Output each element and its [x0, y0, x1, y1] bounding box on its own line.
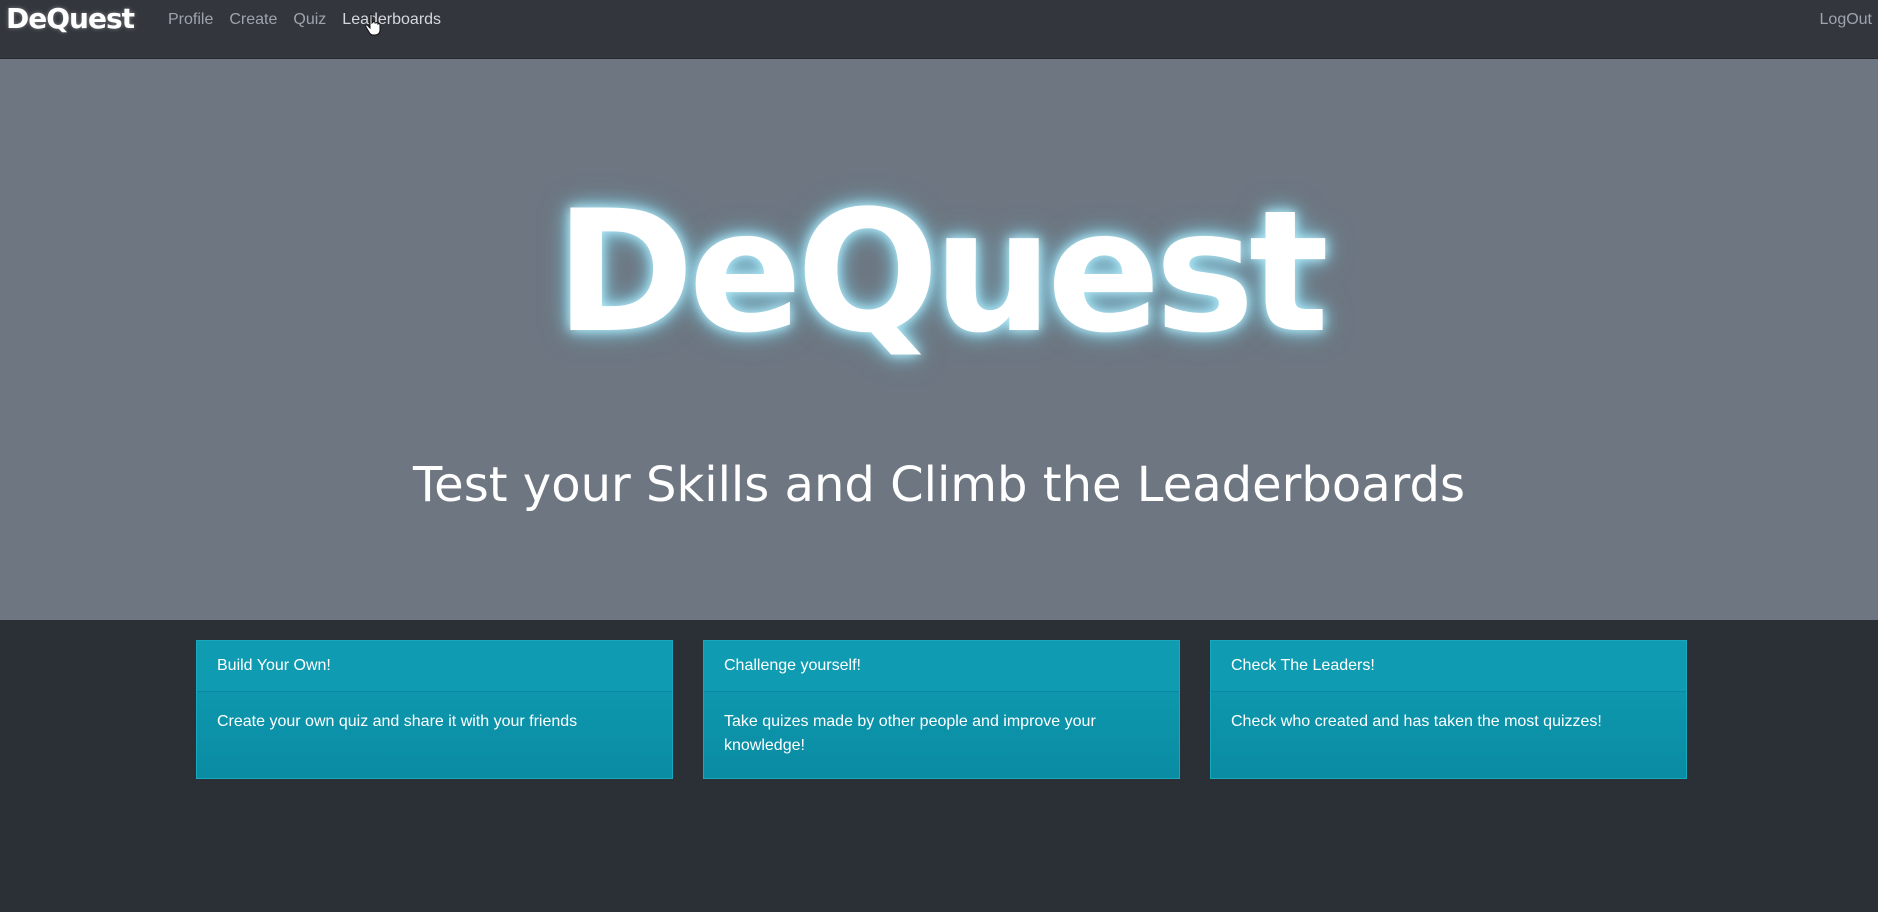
nav-link-quiz[interactable]: Quiz	[293, 11, 326, 29]
card-build-your-own[interactable]: Build Your Own! Create your own quiz and…	[196, 640, 673, 779]
hero-logo: DeQuest	[554, 174, 1329, 370]
card-text: Check who created and has taken the most…	[1231, 713, 1602, 730]
nav-link-create[interactable]: Create	[229, 11, 277, 29]
card-title: Build Your Own!	[197, 641, 672, 692]
card-check-the-leaders[interactable]: Check The Leaders! Check who created and…	[1210, 640, 1687, 779]
brand-logo[interactable]: DeQuest	[6, 2, 135, 35]
card-text: Create your own quiz and share it with y…	[217, 713, 578, 730]
nav-links: Profile Create Quiz Leaderboards	[168, 11, 441, 29]
card-title: Challenge yourself!	[704, 641, 1179, 692]
card-text: Take quizes made by other people and imp…	[724, 713, 1096, 754]
feature-cards: Build Your Own! Create your own quiz and…	[196, 640, 1688, 779]
hand-cursor-icon	[365, 14, 381, 36]
hero-banner: DeQuest Test your Skills and Climb the L…	[0, 59, 1878, 620]
nav-link-leaderboards[interactable]: Leaderboards	[342, 11, 441, 29]
nav-link-profile[interactable]: Profile	[168, 11, 213, 29]
top-navbar: DeQuest Profile Create Quiz Leaderboards…	[0, 0, 1878, 59]
card-challenge-yourself[interactable]: Challenge yourself! Take quizes made by …	[703, 640, 1180, 779]
card-title: Check The Leaders!	[1211, 641, 1686, 692]
hero-tagline: Test your Skills and Climb the Leaderboa…	[413, 457, 1465, 513]
logout-link[interactable]: LogOut	[1820, 11, 1872, 29]
